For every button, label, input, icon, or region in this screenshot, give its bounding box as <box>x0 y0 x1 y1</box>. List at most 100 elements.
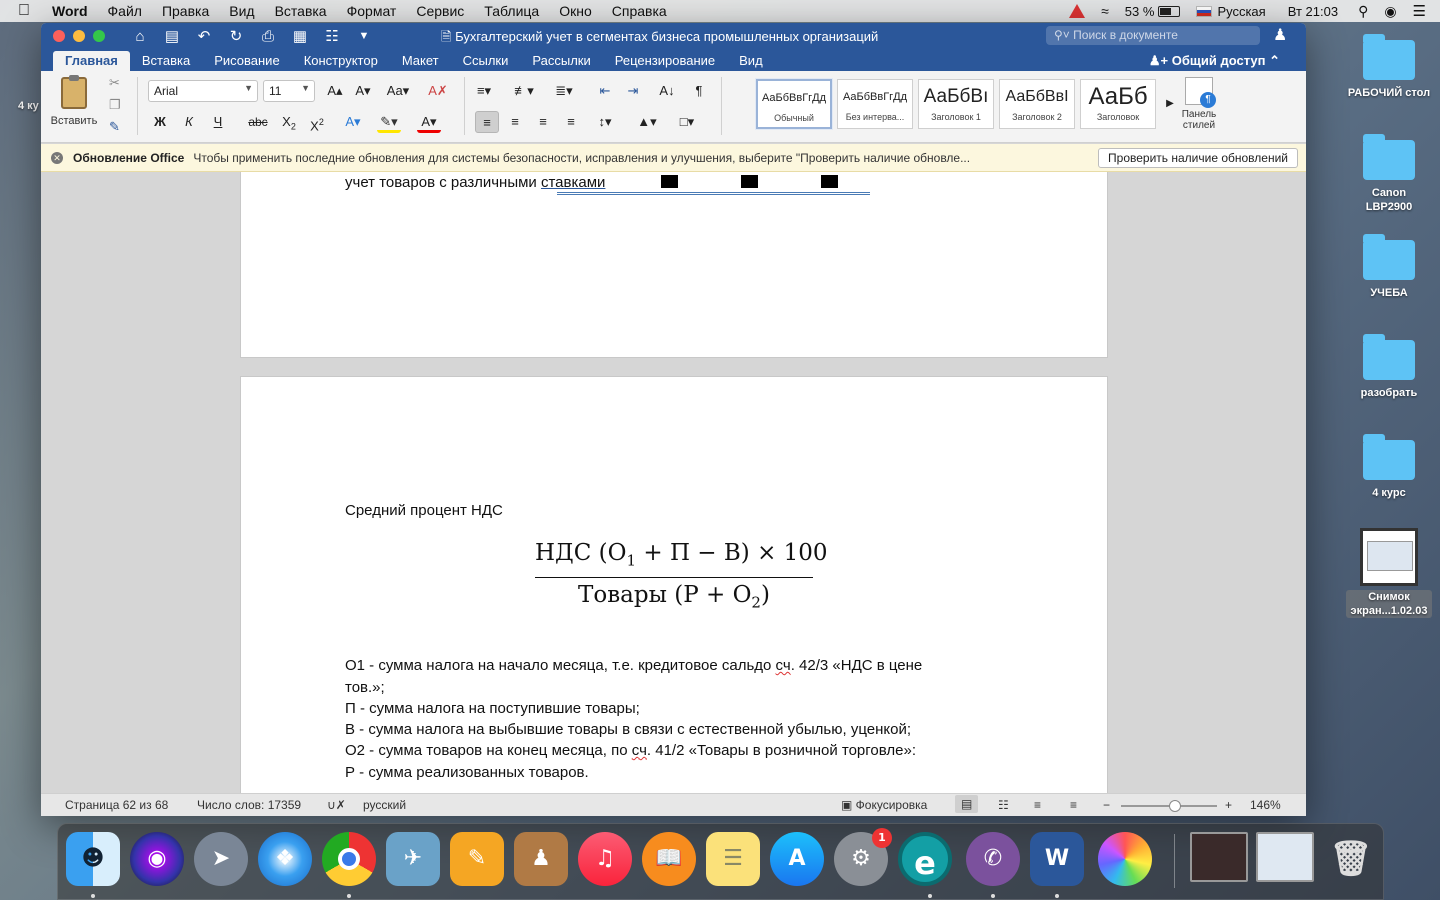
contacts-icon[interactable]: ♟ <box>514 832 568 886</box>
text-effects-button[interactable]: A▾ <box>341 111 365 133</box>
align-center-button[interactable]: ≡ <box>503 111 527 133</box>
language[interactable]: русский <box>363 798 406 812</box>
document-search[interactable]: ⚲˅ Поиск в документе <box>1046 26 1260 45</box>
minimize-window-button[interactable] <box>73 30 85 42</box>
font-name-select[interactable]: Arial ▼ <box>148 80 258 102</box>
siri-icon[interactable]: ◉ <box>1376 0 1404 22</box>
highlight-color-button[interactable]: ✎▾ <box>377 111 401 133</box>
shrink-font-button[interactable]: A▾ <box>351 80 375 102</box>
menu-view[interactable]: Вид <box>219 0 264 22</box>
share-button[interactable]: ♟+ Общий доступ ⌃ <box>1149 51 1306 71</box>
style-title[interactable]: АаБб Заголовок <box>1080 79 1156 129</box>
trash-icon[interactable]: 🗑 <box>1324 832 1378 886</box>
desktop-folder-canon[interactable]: Canon LBP2900 <box>1343 134 1435 214</box>
customize-toolbar-icon[interactable]: ▼ <box>351 30 377 42</box>
cut-icon[interactable]: ✂ <box>109 75 120 91</box>
tab-draw[interactable]: Рисование <box>202 51 291 71</box>
line-spacing-button[interactable]: ↕▾ <box>593 111 617 133</box>
redo-icon[interactable]: ↻ <box>223 27 249 45</box>
menu-edit[interactable]: Правка <box>152 0 219 22</box>
tab-home[interactable]: Главная <box>53 51 130 71</box>
zoom-window-button[interactable] <box>93 30 105 42</box>
desktop-folder-4-kurs[interactable]: 4 курс <box>1343 434 1435 500</box>
chrome-icon[interactable] <box>322 832 376 886</box>
zoom-slider[interactable] <box>1121 800 1217 812</box>
music-icon[interactable]: ♫ <box>578 832 632 886</box>
photos-icon[interactable] <box>1098 832 1152 886</box>
copy-icon[interactable]: ❐ <box>109 97 121 113</box>
tab-references[interactable]: Ссылки <box>451 51 521 71</box>
format-icon[interactable]: ☷ <box>319 27 345 45</box>
tab-design[interactable]: Конструктор <box>292 51 390 71</box>
superscript-button[interactable]: X2 <box>305 111 329 133</box>
menu-help[interactable]: Справка <box>602 0 677 22</box>
menu-tools[interactable]: Сервис <box>406 0 474 22</box>
warning-icon[interactable] <box>1061 0 1093 22</box>
battery-status[interactable]: 53 % <box>1117 0 1189 22</box>
spotlight-icon[interactable]: ⚲ <box>1350 0 1376 22</box>
desktop-folder-razobrat[interactable]: разобрать <box>1343 334 1435 400</box>
notes-icon[interactable]: ☰ <box>706 832 760 886</box>
sort-button[interactable]: A↓ <box>655 80 679 102</box>
menu-window[interactable]: Окно <box>549 0 602 22</box>
style-heading-2[interactable]: АаБбВвI Заголовок 2 <box>999 79 1075 129</box>
web-layout-view-icon[interactable]: ☷ <box>998 798 1009 812</box>
tab-layout[interactable]: Макет <box>390 51 451 71</box>
grow-font-button[interactable]: A▴ <box>323 80 347 102</box>
font-color-button[interactable]: A▾ <box>417 111 441 133</box>
bullets-button[interactable]: ≡▾ <box>472 80 496 102</box>
focus-mode[interactable]: ▣ Фокусировка <box>841 798 927 812</box>
zoom-in-button[interactable]: + <box>1225 798 1232 812</box>
paste-button[interactable]: Вставить <box>49 75 99 127</box>
document-canvas[interactable]: учет товаров с различными ставками Средн… <box>41 172 1306 793</box>
tab-mailings[interactable]: Рассылки <box>520 51 602 71</box>
page-previous[interactable]: учет товаров с различными ставками <box>240 172 1108 358</box>
menu-table[interactable]: Таблица <box>474 0 549 22</box>
desktop-screenshot-file[interactable]: Снимок экран...1.02.03 <box>1343 528 1435 618</box>
check-updates-button[interactable]: Проверить наличие обновлений <box>1098 148 1298 168</box>
zoom-slider-handle[interactable] <box>1169 800 1181 812</box>
outline-view-icon[interactable]: ≡ <box>1034 798 1041 812</box>
page-current[interactable]: Средний процент НДС НДС (О1 + П − В) × 1… <box>240 376 1108 793</box>
dismiss-icon[interactable]: ✕ <box>51 151 63 164</box>
multilevel-list-button[interactable]: ≣▾ <box>552 80 576 102</box>
show-formatting-button[interactable]: ¶ <box>687 80 711 102</box>
decrease-indent-button[interactable]: ⇤ <box>593 80 617 102</box>
notification-center-icon[interactable]: ☰ <box>1405 0 1440 22</box>
shading-button[interactable]: ▲▾ <box>635 111 659 133</box>
word-count[interactable]: Число слов: 17359 <box>197 798 301 812</box>
numbering-button[interactable]: ≢▾ <box>512 80 536 102</box>
style-no-spacing[interactable]: АаБбВвГгДд Без интерва... <box>837 79 913 129</box>
zoom-out-button[interactable]: − <box>1103 798 1110 812</box>
tab-insert[interactable]: Вставка <box>130 51 202 71</box>
launchpad-icon[interactable]: ➤ <box>194 832 248 886</box>
tab-view[interactable]: Вид <box>727 51 775 71</box>
align-left-button[interactable]: ≡ <box>475 111 499 133</box>
font-size-select[interactable]: 11 ▼ <box>263 80 315 102</box>
page-count[interactable]: Страница 62 из 68 <box>65 798 168 812</box>
preview-icon[interactable]: ✈ <box>386 832 440 886</box>
increase-indent-button[interactable]: ⇥ <box>621 80 645 102</box>
eset-icon[interactable]: e <box>898 832 952 886</box>
clock[interactable]: Вт 21:03 <box>1274 0 1350 22</box>
wifi-icon[interactable]: ≈ <box>1093 0 1117 22</box>
desktop-folder-rabochiy-stol[interactable]: РАБОЧИЙ стол <box>1343 34 1435 100</box>
tab-review[interactable]: Рецензирование <box>603 51 727 71</box>
apple-menu-icon[interactable]:  <box>0 0 42 22</box>
books-icon[interactable]: 📖 <box>642 832 696 886</box>
draft-view-icon[interactable]: ≡ <box>1070 798 1077 812</box>
pages-icon[interactable]: ✎ <box>450 832 504 886</box>
zoom-level[interactable]: 146% <box>1250 798 1281 812</box>
change-case-button[interactable]: Aa▾ <box>386 80 410 102</box>
safari-icon[interactable]: ❖ <box>258 832 312 886</box>
input-source[interactable]: Русская <box>1188 0 1273 22</box>
bold-button[interactable]: Ж <box>148 111 172 133</box>
word-icon[interactable]: W <box>1030 832 1084 886</box>
minimized-document-thumbnail[interactable] <box>1256 832 1314 882</box>
minimized-window-thumbnail[interactable] <box>1190 832 1248 882</box>
proofing-icon[interactable]: ∪✗ <box>327 798 346 812</box>
print-icon[interactable]: ⎙ <box>255 28 281 45</box>
subscript-button[interactable]: X2 <box>277 111 301 133</box>
account-icon[interactable]: ♟ <box>1273 25 1287 45</box>
style-normal[interactable]: АаБбВвГгДд Обычный <box>756 79 832 129</box>
